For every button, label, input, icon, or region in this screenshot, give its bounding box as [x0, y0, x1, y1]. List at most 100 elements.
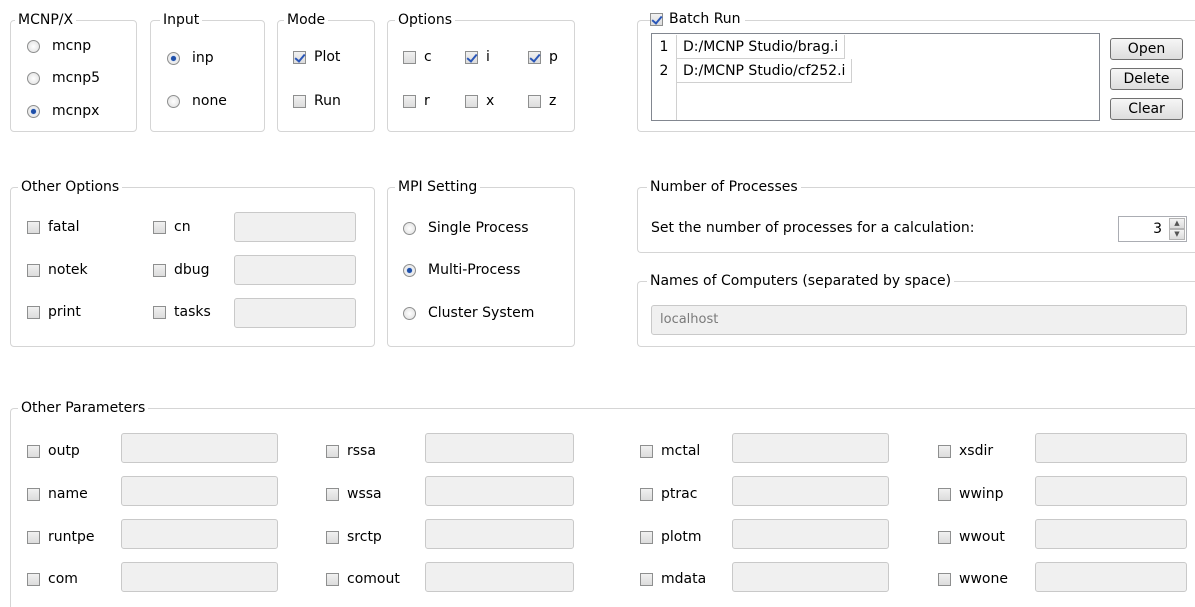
radio-none-indicator[interactable] — [167, 94, 180, 108]
checkbox-opt-c[interactable]: c — [403, 49, 432, 65]
radio-single-process[interactable]: Single Process — [403, 220, 529, 236]
checkbox-fatal-box[interactable] — [27, 220, 40, 234]
checkbox-wwout-box[interactable] — [938, 530, 951, 544]
clear-button[interactable]: Clear — [1110, 98, 1183, 120]
dbug-input[interactable] — [234, 255, 356, 285]
checkbox-opt-z-box[interactable] — [528, 94, 541, 108]
checkbox-runtpe-box[interactable] — [27, 530, 40, 544]
radio-mcnp5-indicator[interactable] — [27, 71, 40, 85]
checkbox-srctp-box[interactable] — [326, 530, 339, 544]
checkbox-cn[interactable]: cn — [153, 219, 191, 235]
checkbox-run[interactable]: Run — [293, 93, 341, 109]
runtpe-input[interactable] — [121, 519, 278, 549]
checkbox-wwone-box[interactable] — [938, 572, 951, 586]
checkbox-mctal-box[interactable] — [640, 444, 653, 458]
checkbox-outp-box[interactable] — [27, 444, 40, 458]
radio-mcnp5[interactable]: mcnp5 — [27, 70, 100, 86]
checkbox-dbug-box[interactable] — [153, 263, 166, 277]
srctp-input[interactable] — [425, 519, 574, 549]
checkbox-notek-box[interactable] — [27, 263, 40, 277]
checkbox-ptrac-box[interactable] — [640, 487, 653, 501]
checkbox-wwout[interactable]: wwout — [938, 529, 1005, 545]
plotm-input[interactable] — [732, 519, 889, 549]
wssa-input[interactable] — [425, 476, 574, 506]
radio-none[interactable]: none — [167, 93, 227, 109]
checkbox-com[interactable]: com — [27, 571, 78, 587]
processes-value[interactable]: 3 — [1153, 221, 1162, 237]
checkbox-opt-i[interactable]: i — [465, 49, 490, 65]
checkbox-mdata-box[interactable] — [640, 572, 653, 586]
checkbox-opt-r[interactable]: r — [403, 93, 430, 109]
checkbox-print-box[interactable] — [27, 305, 40, 319]
processes-spinbox[interactable]: 3 ▲ ▼ — [1118, 216, 1187, 242]
wwinp-input[interactable] — [1035, 476, 1187, 506]
wwout-input[interactable] — [1035, 519, 1187, 549]
radio-cluster-system[interactable]: Cluster System — [403, 305, 534, 321]
checkbox-cn-box[interactable] — [153, 220, 166, 234]
checkbox-opt-r-box[interactable] — [403, 94, 416, 108]
spin-down-arrow-icon[interactable]: ▼ — [1169, 229, 1185, 240]
open-button[interactable]: Open — [1110, 38, 1183, 60]
checkbox-opt-x-box[interactable] — [465, 94, 478, 108]
checkbox-com-box[interactable] — [27, 572, 40, 586]
checkbox-batch-run[interactable]: Batch Run — [650, 11, 745, 27]
radio-mcnpx[interactable]: mcnpx — [27, 103, 99, 119]
radio-multi-process[interactable]: Multi-Process — [403, 262, 520, 278]
checkbox-opt-x[interactable]: x — [465, 93, 494, 109]
checkbox-opt-p-box[interactable] — [528, 50, 541, 64]
checkbox-opt-p[interactable]: p — [528, 49, 558, 65]
ptrac-input[interactable] — [732, 476, 889, 506]
computers-input[interactable]: localhost — [651, 305, 1187, 335]
checkbox-srctp[interactable]: srctp — [326, 529, 382, 545]
checkbox-plotm-box[interactable] — [640, 530, 653, 544]
checkbox-xsdir[interactable]: xsdir — [938, 443, 993, 459]
xsdir-input[interactable] — [1035, 433, 1187, 463]
checkbox-name[interactable]: name — [27, 486, 88, 502]
list-item[interactable]: 1 D:/MCNP Studio/brag.i — [652, 35, 846, 59]
checkbox-mctal[interactable]: mctal — [640, 443, 700, 459]
radio-mcnpx-indicator[interactable] — [27, 104, 40, 118]
checkbox-wwinp-box[interactable] — [938, 487, 951, 501]
comout-input[interactable] — [425, 562, 574, 592]
radio-cluster-system-indicator[interactable] — [403, 306, 416, 320]
checkbox-comout[interactable]: comout — [326, 571, 400, 587]
wwone-input[interactable] — [1035, 562, 1187, 592]
checkbox-opt-z[interactable]: z — [528, 93, 556, 109]
checkbox-batch-run-box[interactable] — [650, 12, 663, 26]
checkbox-rssa-box[interactable] — [326, 444, 339, 458]
com-input[interactable] — [121, 562, 278, 592]
delete-button[interactable]: Delete — [1110, 68, 1183, 90]
checkbox-mdata[interactable]: mdata — [640, 571, 706, 587]
tasks-input[interactable] — [234, 298, 356, 328]
radio-inp-indicator[interactable] — [167, 51, 180, 65]
checkbox-runtpe[interactable]: runtpe — [27, 529, 95, 545]
radio-single-process-indicator[interactable] — [403, 221, 416, 235]
checkbox-tasks[interactable]: tasks — [153, 304, 211, 320]
spin-up-arrow-icon[interactable]: ▲ — [1169, 218, 1185, 229]
checkbox-opt-i-box[interactable] — [465, 50, 478, 64]
checkbox-dbug[interactable]: dbug — [153, 262, 210, 278]
checkbox-run-box[interactable] — [293, 94, 306, 108]
radio-multi-process-indicator[interactable] — [403, 263, 416, 277]
radio-mcnp[interactable]: mcnp — [27, 38, 91, 54]
batch-file-list[interactable]: 1 D:/MCNP Studio/brag.i 2 D:/MCNP Studio… — [651, 33, 1100, 121]
mdata-input[interactable] — [732, 562, 889, 592]
checkbox-xsdir-box[interactable] — [938, 444, 951, 458]
checkbox-rssa[interactable]: rssa — [326, 443, 376, 459]
list-item[interactable]: 2 D:/MCNP Studio/cf252.i — [652, 59, 853, 83]
checkbox-ptrac[interactable]: ptrac — [640, 486, 697, 502]
checkbox-wssa-box[interactable] — [326, 487, 339, 501]
checkbox-plot[interactable]: Plot — [293, 49, 340, 65]
checkbox-plot-box[interactable] — [293, 50, 306, 64]
radio-inp[interactable]: inp — [167, 50, 214, 66]
rssa-input[interactable] — [425, 433, 574, 463]
checkbox-opt-c-box[interactable] — [403, 50, 416, 64]
outp-input[interactable] — [121, 433, 278, 463]
checkbox-outp[interactable]: outp — [27, 443, 80, 459]
checkbox-wwinp[interactable]: wwinp — [938, 486, 1004, 502]
checkbox-wwone[interactable]: wwone — [938, 571, 1008, 587]
name-input[interactable] — [121, 476, 278, 506]
checkbox-name-box[interactable] — [27, 487, 40, 501]
checkbox-print[interactable]: print — [27, 304, 81, 320]
checkbox-wssa[interactable]: wssa — [326, 486, 382, 502]
